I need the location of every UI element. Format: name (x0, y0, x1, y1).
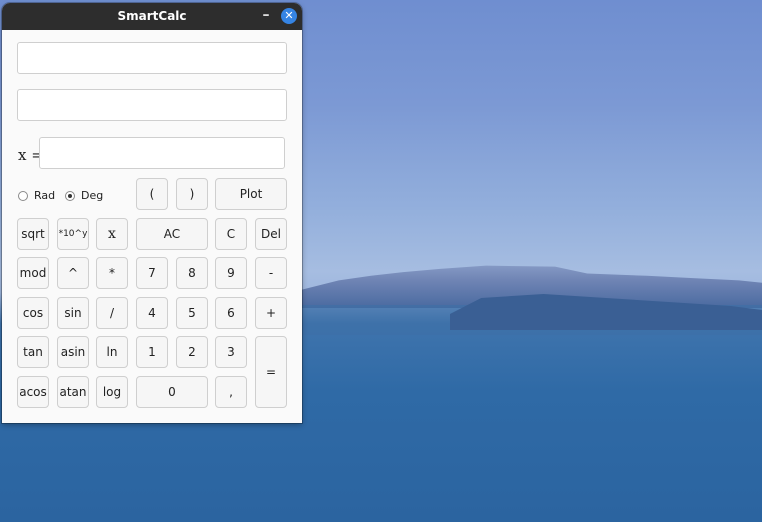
rad-radio[interactable]: Rad (18, 189, 55, 202)
pow10-button[interactable]: *10^y (57, 218, 89, 250)
rad-radio-dot[interactable] (18, 190, 28, 201)
log-button[interactable]: log (96, 376, 128, 408)
ac-button[interactable]: AC (136, 218, 208, 250)
open-paren-button[interactable]: ( (136, 178, 168, 210)
deg-label: Deg (81, 189, 104, 202)
minus-button[interactable]: - (255, 257, 287, 289)
acos-button[interactable]: acos (17, 376, 49, 408)
digit-7-button[interactable]: 7 (136, 257, 168, 289)
multiply-button[interactable]: * (96, 257, 128, 289)
minimize-icon[interactable]: – (260, 5, 272, 25)
expression-input[interactable] (17, 42, 287, 74)
rad-label: Rad (34, 189, 56, 202)
plus-button[interactable]: + (255, 297, 287, 329)
clear-button[interactable]: C (215, 218, 247, 250)
comma-button[interactable]: , (215, 376, 247, 408)
equals-button[interactable]: = (255, 336, 287, 408)
mod-button[interactable]: mod (17, 257, 49, 289)
delete-button[interactable]: Del (255, 218, 287, 250)
ln-button[interactable]: ln (96, 336, 128, 368)
divide-button[interactable]: / (96, 297, 128, 329)
sqrt-button[interactable]: sqrt (17, 218, 49, 250)
title-bar[interactable]: SmartCalc – ✕ (2, 3, 302, 30)
digit-3-button[interactable]: 3 (215, 336, 247, 368)
deg-radio[interactable]: Deg (65, 189, 103, 202)
tan-button[interactable]: tan (17, 336, 49, 368)
close-icon[interactable]: ✕ (281, 8, 297, 24)
plot-button[interactable]: Plot (215, 178, 287, 210)
digit-4-button[interactable]: 4 (136, 297, 168, 329)
digit-9-button[interactable]: 9 (215, 257, 247, 289)
digit-6-button[interactable]: 6 (215, 297, 247, 329)
digit-1-button[interactable]: 1 (136, 336, 168, 368)
atan-button[interactable]: atan (57, 376, 89, 408)
cos-button[interactable]: cos (17, 297, 49, 329)
digit-8-button[interactable]: 8 (176, 257, 208, 289)
x-button[interactable]: x (96, 218, 128, 250)
asin-button[interactable]: asin (57, 336, 89, 368)
result-display[interactable] (17, 89, 287, 121)
digit-2-button[interactable]: 2 (176, 336, 208, 368)
close-paren-button[interactable]: ) (176, 178, 208, 210)
x-value-input[interactable] (39, 137, 285, 169)
sin-button[interactable]: sin (57, 297, 89, 329)
digit-5-button[interactable]: 5 (176, 297, 208, 329)
deg-radio-dot[interactable] (65, 190, 75, 201)
window-title: SmartCalc (117, 9, 187, 23)
power-button[interactable]: ^ (57, 257, 89, 289)
digit-0-button[interactable]: 0 (136, 376, 208, 408)
smartcalc-window: SmartCalc – ✕ x = Rad Deg ( ) Plot sqrt … (2, 3, 302, 423)
